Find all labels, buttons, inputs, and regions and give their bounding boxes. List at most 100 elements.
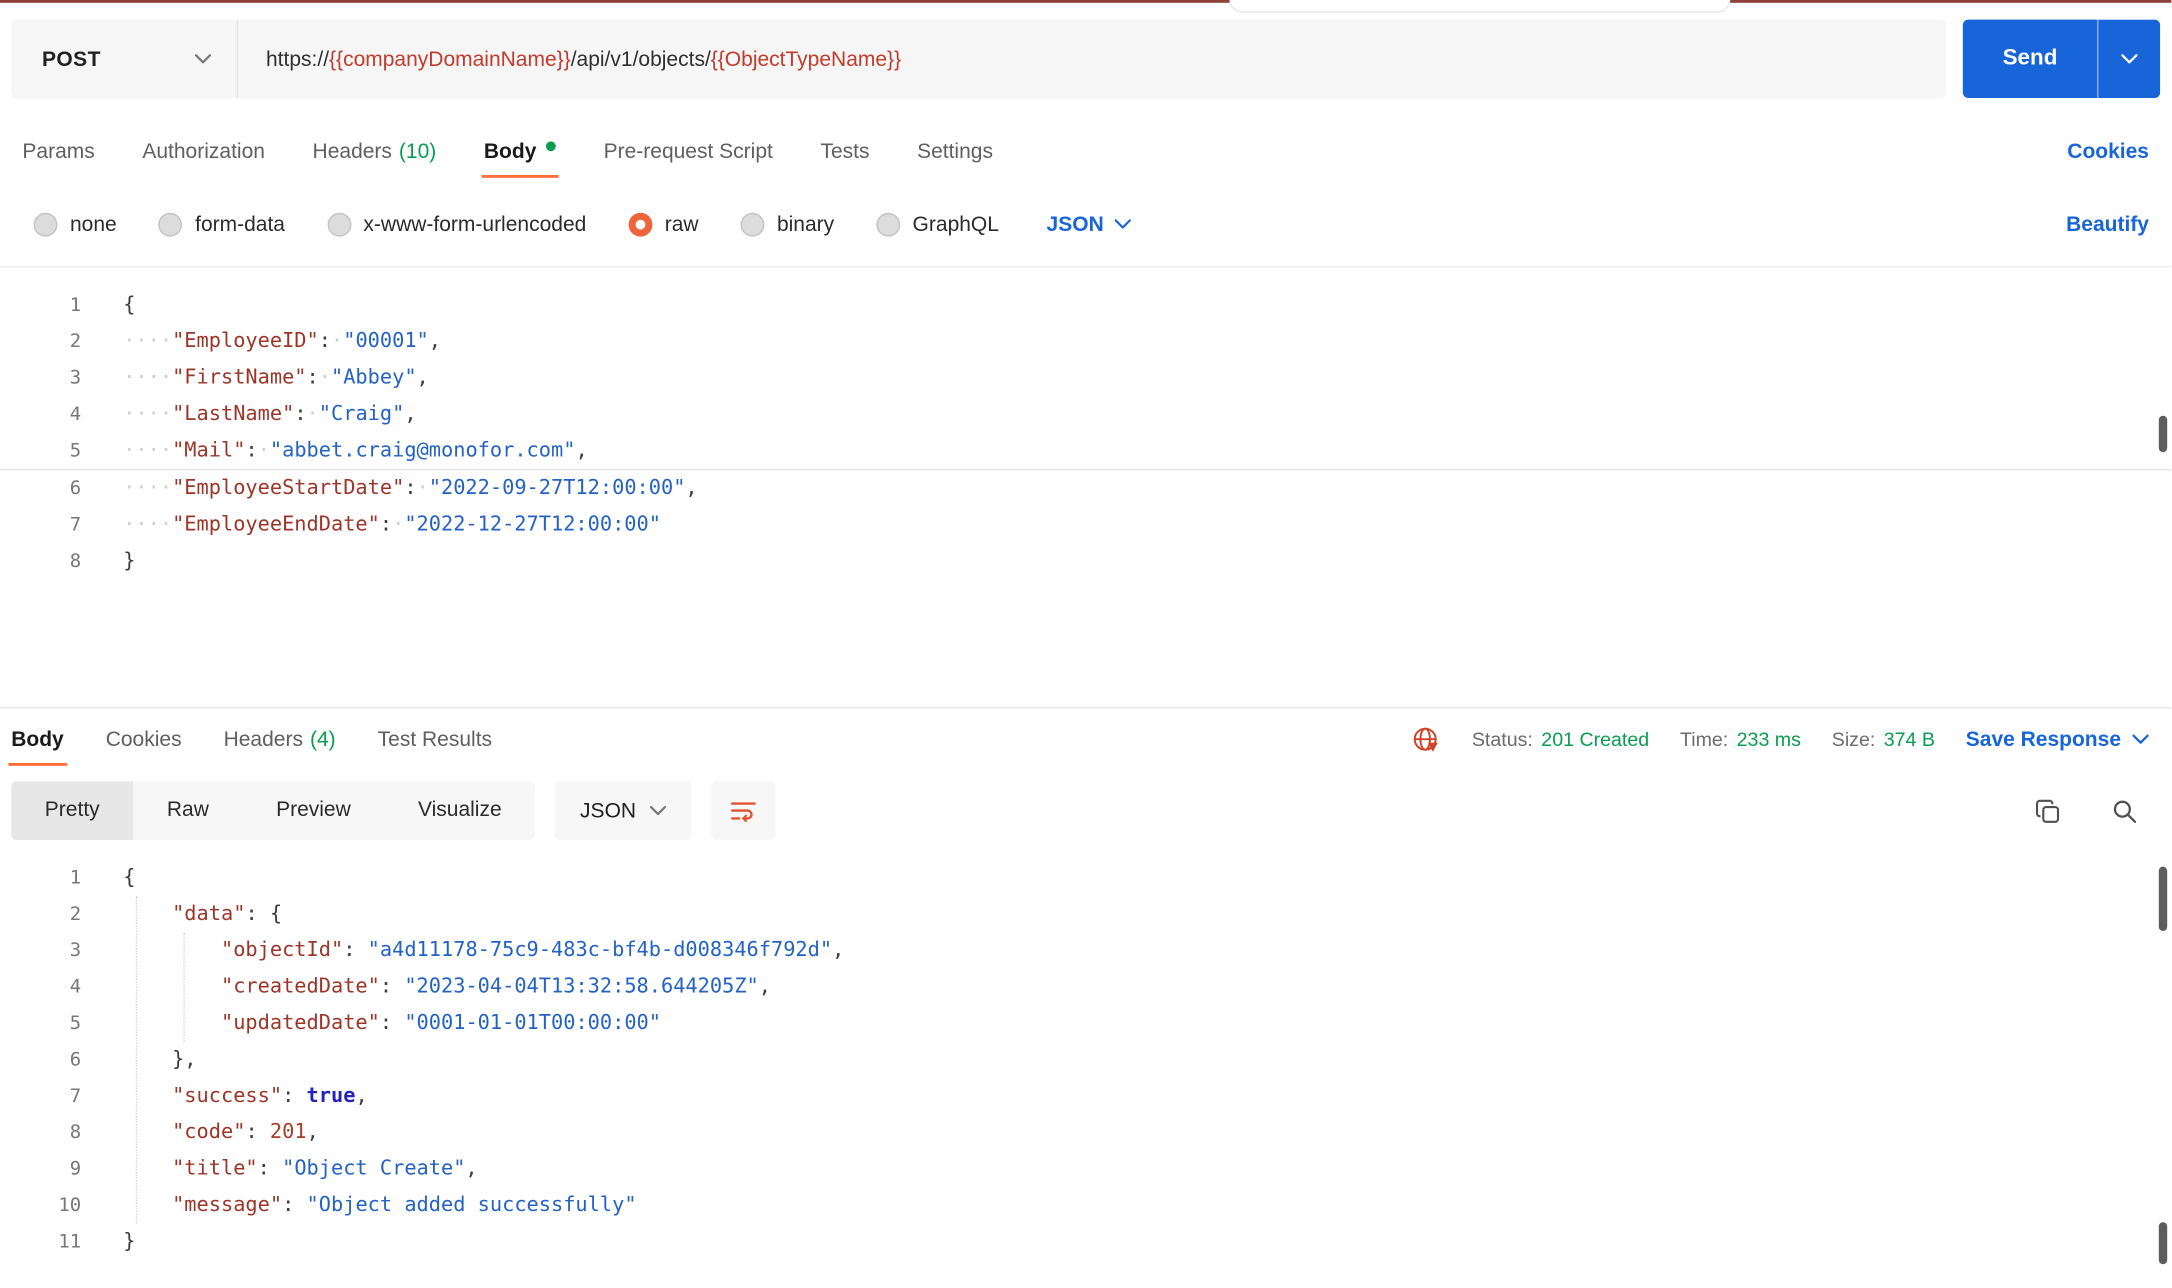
radio-icon <box>327 212 351 236</box>
body-mode-graphql[interactable]: GraphQL <box>876 212 999 236</box>
chevron-down-icon <box>194 53 212 64</box>
headers-count-badge: (10) <box>398 139 437 164</box>
url-variable: {{companyDomainName}} <box>329 46 571 71</box>
code-line-3: 3 "objectId": "a4d11178-75c9-483c-bf4b-d… <box>0 932 2171 968</box>
line-number: 9 <box>69 1157 82 1181</box>
response-pane: Body Cookies Headers (4) Test Results Sta… <box>0 707 2172 1288</box>
code-line-4[interactable]: 4 ····"LastName":·"Craig", <box>0 396 2171 432</box>
body-present-dot-icon <box>546 140 556 151</box>
body-mode-none[interactable]: none <box>33 212 117 236</box>
line-number: 6 <box>69 1048 82 1071</box>
tab-headers[interactable]: Headers (10) <box>313 139 437 163</box>
view-tab-pretty[interactable]: Pretty <box>11 781 134 840</box>
indent-guide <box>183 932 185 1042</box>
status-value: 201 Created <box>1541 728 1650 751</box>
line-number: 7 <box>69 513 82 537</box>
method-select[interactable]: POST <box>11 19 239 99</box>
postman-window: POST https://{{companyDomainName}}/api/v… <box>0 0 2172 1288</box>
send-button-group: Send <box>1962 19 2161 99</box>
view-tab-preview[interactable]: Preview <box>242 781 384 840</box>
radio-icon <box>158 212 183 236</box>
line-number: 5 <box>69 439 82 462</box>
code-line-6[interactable]: 6 ····"EmployeeStartDate":·"2022-09-27T12… <box>0 470 2171 506</box>
copy-icon[interactable] <box>2034 797 2061 824</box>
tab-settings[interactable]: Settings <box>917 139 993 163</box>
cookies-link[interactable]: Cookies <box>2067 139 2149 163</box>
tab-tests[interactable]: Tests <box>820 139 869 163</box>
code-line-1[interactable]: 1{ <box>0 287 2171 323</box>
code-line-7: 7 "success": true, <box>0 1078 2171 1114</box>
line-number: 11 <box>58 1230 82 1253</box>
line-number: 8 <box>69 1121 82 1144</box>
line-number: 10 <box>58 1194 82 1217</box>
code-line-7[interactable]: 7 ····"EmployeeEndDate":·"2022-12-27T12:0… <box>0 507 2171 543</box>
method-label: POST <box>42 46 101 71</box>
code-line-8[interactable]: 8} <box>0 543 2171 579</box>
size-indicator: Size: 374 B <box>1831 728 1935 751</box>
wrap-lines-button[interactable] <box>711 781 777 840</box>
code-line-11: 11} <box>0 1224 2171 1260</box>
body-mode-x-www-form-urlencoded[interactable]: x-www-form-urlencoded <box>327 212 586 236</box>
scrollbar-thumb[interactable] <box>2158 415 2168 453</box>
line-number: 6 <box>69 477 82 500</box>
time-value: 233 ms <box>1736 728 1801 751</box>
line-number: 4 <box>69 975 82 999</box>
send-options-button[interactable] <box>2097 19 2161 99</box>
send-button[interactable]: Send <box>1962 19 2098 99</box>
code-line-2[interactable]: 2 ····"EmployeeID":·"00001", <box>0 323 2171 359</box>
top-notch <box>1229 0 1731 13</box>
response-tabs: Body Cookies Headers (4) Test Results Sta… <box>0 708 2171 770</box>
tab-params[interactable]: Params <box>22 139 94 163</box>
code-line-5: 5 "updatedDate": "0001-01-01T00:00:00" <box>0 1005 2171 1041</box>
response-tab-test-results[interactable]: Test Results <box>378 727 492 751</box>
request-body-editor[interactable]: 1{2 ····"EmployeeID":·"00001", 3 ····"First… <box>0 266 2172 707</box>
url-input[interactable]: https://{{companyDomainName}}/api/v1/obj… <box>238 19 1946 99</box>
tab-body[interactable]: Body <box>481 139 559 178</box>
line-number: 8 <box>69 550 82 573</box>
code-line-8: 8 "code": 201, <box>0 1114 2171 1150</box>
url-bar: POST https://{{companyDomainName}}/api/v… <box>11 19 2161 99</box>
network-status-icon[interactable] <box>1410 724 1441 755</box>
response-tab-body[interactable]: Body <box>8 727 66 766</box>
raw-language-select[interactable]: JSON <box>1047 212 1132 236</box>
scrollbar-thumb[interactable] <box>2158 1222 2168 1265</box>
radio-icon <box>33 212 58 236</box>
response-tab-headers[interactable]: Headers (4) <box>224 727 336 751</box>
chevron-down-icon <box>2121 53 2138 64</box>
chevron-down-icon <box>1115 218 1132 229</box>
code-line-4: 4 "createdDate": "2023-04-04T13:32:58.64… <box>0 969 2171 1005</box>
response-tab-cookies[interactable]: Cookies <box>106 727 182 751</box>
tab-authorization[interactable]: Authorization <box>142 139 265 163</box>
response-meta: Status: 201 Created Time: 233 ms Size: 3… <box>1410 724 2149 755</box>
line-number: 4 <box>69 403 82 426</box>
code-line-9: 9 "title": "Object Create", <box>0 1151 2171 1187</box>
code-line-5[interactable]: 5 ····"Mail":·"abbet.craig@monofor.com", <box>0 433 2172 471</box>
body-mode-binary[interactable]: binary <box>740 212 834 236</box>
beautify-link[interactable]: Beautify <box>2066 212 2149 236</box>
radio-icon <box>740 212 765 236</box>
code-line-10: 10 "message": "Object added successfully… <box>0 1187 2171 1223</box>
line-number: 2 <box>69 330 82 353</box>
size-value: 374 B <box>1883 728 1935 751</box>
chevron-down-icon <box>2132 734 2149 745</box>
view-tab-raw[interactable]: Raw <box>133 781 242 840</box>
body-mode-raw[interactable]: raw <box>628 212 699 236</box>
line-number: 1 <box>69 294 82 317</box>
response-body-viewer: 1{2 "data": {3 "objectId": "a4d11178-75c… <box>0 860 2171 1260</box>
code-line-3[interactable]: 3 ····"FirstName":·"Abbey", <box>0 360 2171 396</box>
search-icon[interactable] <box>2111 797 2138 824</box>
response-language-select[interactable]: JSON <box>554 781 693 840</box>
code-line-2: 2 "data": { <box>0 896 2171 932</box>
line-number: 3 <box>69 366 82 390</box>
radio-icon <box>876 212 900 236</box>
scrollbar-thumb[interactable] <box>2158 866 2168 931</box>
request-tabs: Params Authorization Headers (10) Body Pr… <box>22 123 2149 179</box>
line-number: 1 <box>69 866 82 889</box>
tab-pre-request-script[interactable]: Pre-request Script <box>604 139 773 163</box>
line-number: 7 <box>69 1085 82 1108</box>
response-view-switch: Pretty Raw Preview Visualize <box>11 781 536 840</box>
body-mode-form-data[interactable]: form-data <box>158 212 285 236</box>
view-tab-visualize[interactable]: Visualize <box>384 781 535 840</box>
response-headers-count-badge: (4) <box>309 727 336 752</box>
save-response-button[interactable]: Save Response <box>1966 727 2149 751</box>
